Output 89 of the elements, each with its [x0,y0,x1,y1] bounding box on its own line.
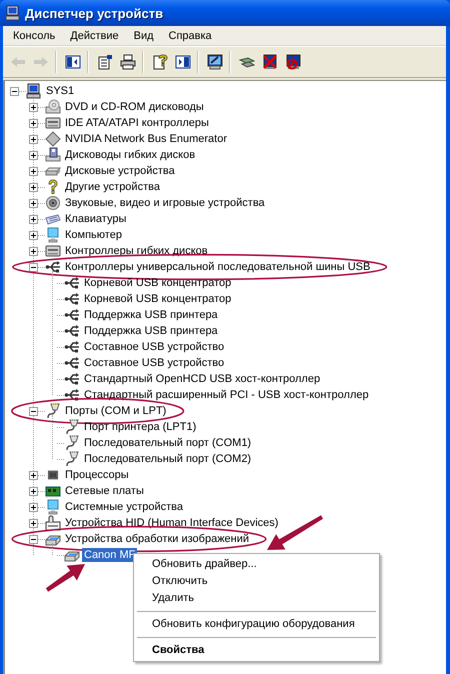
tree-item[interactable]: Устройства обработки изображений [63,532,252,546]
tree-item[interactable]: DVD и CD-ROM дисководы [63,100,206,114]
usb-icon [45,259,61,275]
tree-item[interactable]: Порты (COM и LPT) [63,404,168,418]
tree-item[interactable]: IDE ATA/ATAPI контроллеры [63,116,211,130]
tree-item[interactable]: SYS1 [44,84,76,98]
menu-item[interactable]: Свойства [135,642,378,659]
expand-toggle[interactable] [29,166,38,176]
controller-icon [45,115,61,131]
expand-toggle[interactable] [29,182,38,192]
tree-item[interactable]: Контроллеры гибких дисков [63,244,210,258]
tree-item[interactable]: Другие устройства [63,180,162,194]
help-icon[interactable] [152,54,168,70]
tree-item[interactable]: Стандартный расширенный PCI - USB хост-контроллер [82,388,371,402]
usb-icon [64,339,80,355]
port-plug-icon [64,451,80,467]
tree-item[interactable]: Контроллеры универсальной последовательной шины USB [63,260,372,274]
tree-item[interactable]: Системные устройства [63,500,186,514]
controller-icon [45,243,61,259]
usb-icon [64,323,80,339]
port-plug-icon [64,419,80,435]
expand-toggle[interactable] [29,534,38,544]
scan-monitor-icon[interactable] [206,54,222,70]
tree-item[interactable]: Порт принтера (LPT1) [82,420,198,434]
expand-toggle[interactable] [29,198,38,208]
usb-icon [64,387,80,403]
uninstall-icon[interactable] [262,54,278,70]
speaker-icon [45,195,61,211]
tree-item[interactable]: Корневой USB концентратор [82,276,234,290]
expand-toggle[interactable] [29,150,38,160]
window-title: Диспетчер устройств [25,6,164,20]
menu-item[interactable]: Действие [63,28,127,44]
computer-icon [5,5,21,21]
computer-icon [26,83,42,99]
tree-item[interactable]: Дисковые устройства [63,164,177,178]
menu-item[interactable]: Обновить драйвер... [135,556,378,573]
menu-item[interactable]: Отключить [135,573,378,590]
expand-toggle[interactable] [29,518,38,528]
printer-icon[interactable] [120,54,136,70]
tree-item[interactable]: Дисководы гибких дисков [63,148,198,162]
tree-item[interactable]: Компьютер [63,228,124,242]
expand-toggle[interactable] [29,470,38,480]
expand-toggle[interactable] [29,502,38,512]
monitor-icon [45,499,61,515]
tree-item[interactable]: NVIDIA Network Bus Enumerator [63,132,230,146]
tree-item[interactable]: Устройства HID (Human Interface Devices) [63,516,280,530]
tree-item[interactable]: Последовательный порт (COM2) [82,452,254,466]
hid-device-icon [45,515,61,531]
expand-toggle[interactable] [29,118,38,128]
usb-icon [64,355,80,371]
tree-item[interactable]: Клавиатуры [63,212,128,226]
menu-item[interactable]: Вид [126,28,162,44]
tree-item[interactable]: Стандартный OpenHCD USB хост-контроллер [82,372,322,386]
expand-toggle[interactable] [29,262,38,272]
expand-toggle[interactable] [29,486,38,496]
tree-item[interactable]: Поддержка USB принтера [82,308,220,322]
tree-item[interactable]: Составное USB устройство [82,356,226,370]
usb-icon [64,307,80,323]
tree-item[interactable]: Последовательный порт (COM1) [82,436,254,450]
menu-item[interactable]: Консоль [6,28,64,44]
disable-icon[interactable] [284,54,300,70]
port-plug-icon [45,403,61,419]
expand-toggle[interactable] [29,406,38,416]
chip-icon [45,467,61,483]
monitor-icon [45,227,61,243]
expand-toggle[interactable] [29,102,38,112]
diamond-icon [45,131,61,147]
tree-item[interactable]: Поддержка USB принтера [82,324,220,338]
expand-toggle[interactable] [29,214,38,224]
usb-icon [64,371,80,387]
port-plug-icon [64,435,80,451]
expand-toggle[interactable] [29,230,38,240]
menu-item[interactable]: Справка [162,28,220,44]
tree-item[interactable]: Составное USB устройство [82,340,226,354]
panel-icon[interactable] [174,54,190,70]
tree-item[interactable]: Корневой USB концентратор [82,292,234,306]
tree-item[interactable]: Процессоры [63,468,131,482]
tree-item[interactable]: Звуковые, видео и игровые устройства [63,196,267,210]
expand-toggle[interactable] [10,86,19,96]
floppy-drive-icon [45,147,61,163]
menu-item[interactable]: Удалить [135,590,378,607]
expand-toggle[interactable] [29,246,38,256]
properties-icon[interactable] [96,54,112,70]
usb-icon [64,291,80,307]
menu-item[interactable]: Обновить конфигурацию оборудования [135,616,378,633]
panel-icon[interactable] [64,54,80,70]
usb-icon [64,275,80,291]
tree-item[interactable]: Сетевые платы [63,484,146,498]
expand-toggle[interactable] [29,134,38,144]
